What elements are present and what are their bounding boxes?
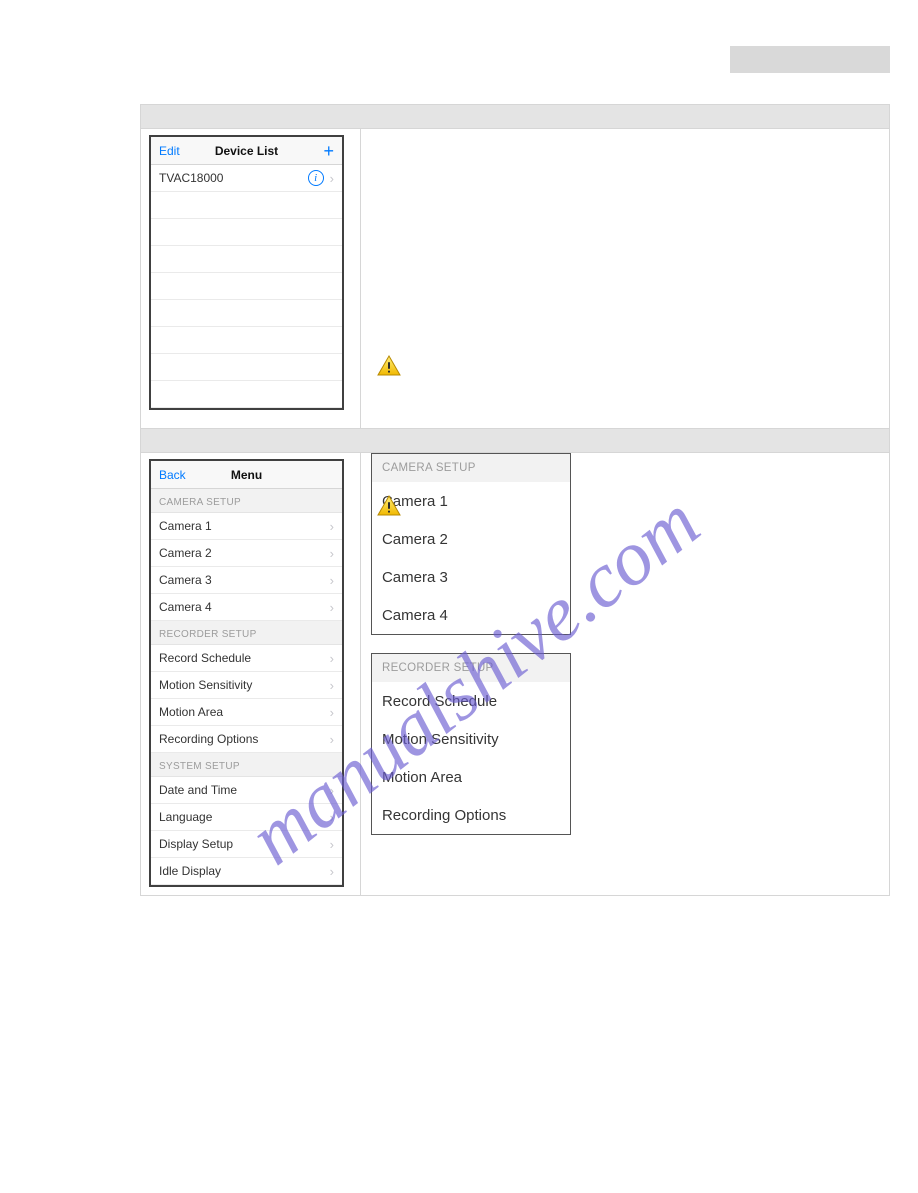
panel-header: RECORDER SETUP bbox=[372, 654, 570, 682]
menu-item-label: Camera 2 bbox=[159, 546, 212, 560]
warning-icon bbox=[377, 355, 401, 382]
device-list-blank-row bbox=[151, 381, 342, 408]
panel-item: Recording Options bbox=[372, 796, 570, 834]
section-header: SYSTEM SETUP bbox=[151, 753, 342, 777]
panel-item: Camera 4 bbox=[372, 596, 570, 634]
device-list-blank-row bbox=[151, 192, 342, 219]
menu-item[interactable]: Language › bbox=[151, 804, 342, 831]
panel-item: Camera 3 bbox=[372, 558, 570, 596]
menu-item[interactable]: Camera 2 › bbox=[151, 540, 342, 567]
chevron-right-icon: › bbox=[330, 810, 334, 825]
device-list-navbar: Edit Device List + bbox=[151, 137, 342, 165]
menu-item[interactable]: Date and Time › bbox=[151, 777, 342, 804]
chevron-right-icon: › bbox=[330, 546, 334, 561]
panel-item: Camera 1 bbox=[372, 482, 570, 520]
section1-left-cell: Edit Device List + TVAC18000 i › bbox=[141, 129, 361, 429]
ios-menu-screen: Back Menu CAMERA SETUP Camera 1 › Camera 2 ›… bbox=[149, 459, 344, 887]
device-row-label: TVAC18000 bbox=[159, 171, 223, 185]
menu-item[interactable]: Idle Display › bbox=[151, 858, 342, 885]
panel-header: CAMERA SETUP bbox=[372, 454, 570, 482]
chevron-right-icon: › bbox=[330, 573, 334, 588]
section-header: CAMERA SETUP bbox=[151, 489, 342, 513]
menu-item[interactable]: Display Setup › bbox=[151, 831, 342, 858]
chevron-right-icon: › bbox=[330, 837, 334, 852]
chevron-right-icon: › bbox=[330, 678, 334, 693]
device-list-blank-row bbox=[151, 327, 342, 354]
device-list-blank-row bbox=[151, 246, 342, 273]
back-button[interactable]: Back bbox=[159, 468, 199, 482]
add-device-button[interactable]: + bbox=[294, 142, 334, 160]
section-header: RECORDER SETUP bbox=[151, 621, 342, 645]
info-icon[interactable]: i bbox=[308, 170, 324, 186]
document-layout-table: Edit Device List + TVAC18000 i › bbox=[140, 104, 890, 896]
menu-item-label: Camera 3 bbox=[159, 573, 212, 587]
menu-item[interactable]: Camera 1 › bbox=[151, 513, 342, 540]
device-list-blank-row bbox=[151, 273, 342, 300]
section2-left-cell: Back Menu CAMERA SETUP Camera 1 › Camera 2 ›… bbox=[141, 453, 361, 896]
menu-title: Menu bbox=[199, 468, 294, 482]
device-list-blank-row bbox=[151, 354, 342, 381]
menu-item-label: Motion Sensitivity bbox=[159, 678, 252, 692]
menu-item-label: Camera 1 bbox=[159, 519, 212, 533]
menu-item[interactable]: Motion Area › bbox=[151, 699, 342, 726]
menu-item-label: Idle Display bbox=[159, 864, 221, 878]
chevron-right-icon: › bbox=[330, 600, 334, 615]
menu-item-label: Display Setup bbox=[159, 837, 233, 851]
ios-device-list-screen: Edit Device List + TVAC18000 i › bbox=[149, 135, 344, 410]
device-list-blank-row bbox=[151, 300, 342, 327]
menu-item[interactable]: Recording Options › bbox=[151, 726, 342, 753]
menu-item[interactable]: Record Schedule › bbox=[151, 645, 342, 672]
menu-item-label: Camera 4 bbox=[159, 600, 212, 614]
section-band bbox=[141, 429, 890, 453]
warning-icon bbox=[377, 495, 401, 522]
chevron-right-icon: › bbox=[330, 732, 334, 747]
chevron-right-icon: › bbox=[330, 783, 334, 798]
menu-excerpt-panel: RECORDER SETUPRecord ScheduleMotion Sens… bbox=[371, 653, 571, 835]
menu-navbar: Back Menu bbox=[151, 461, 342, 489]
device-list-title: Device List bbox=[199, 144, 294, 158]
menu-item-label: Record Schedule bbox=[159, 651, 251, 665]
menu-item-label: Recording Options bbox=[159, 732, 258, 746]
section2-right-cell: CAMERA SETUPCamera 1Camera 2Camera 3Came… bbox=[360, 453, 889, 896]
menu-item[interactable]: Camera 4 › bbox=[151, 594, 342, 621]
chevron-right-icon: › bbox=[330, 651, 334, 666]
menu-item-label: Date and Time bbox=[159, 783, 237, 797]
page-header-gray-bar bbox=[730, 46, 890, 73]
panel-item: Motion Sensitivity bbox=[372, 720, 570, 758]
menu-item-label: Language bbox=[159, 810, 212, 824]
edit-button[interactable]: Edit bbox=[159, 144, 199, 158]
device-list-blank-row bbox=[151, 219, 342, 246]
panel-item: Record Schedule bbox=[372, 682, 570, 720]
panel-item: Motion Area bbox=[372, 758, 570, 796]
menu-item[interactable]: Motion Sensitivity › bbox=[151, 672, 342, 699]
chevron-right-icon: › bbox=[330, 864, 334, 879]
menu-item-label: Motion Area bbox=[159, 705, 223, 719]
menu-excerpt-panel: CAMERA SETUPCamera 1Camera 2Camera 3Came… bbox=[371, 453, 571, 635]
chevron-right-icon: › bbox=[330, 519, 334, 534]
section1-right-cell bbox=[360, 129, 889, 429]
section-band bbox=[141, 105, 890, 129]
device-list-row[interactable]: TVAC18000 i › bbox=[151, 165, 342, 192]
menu-item[interactable]: Camera 3 › bbox=[151, 567, 342, 594]
chevron-right-icon: › bbox=[330, 705, 334, 720]
chevron-right-icon: › bbox=[330, 171, 334, 186]
panel-item: Camera 2 bbox=[372, 520, 570, 558]
